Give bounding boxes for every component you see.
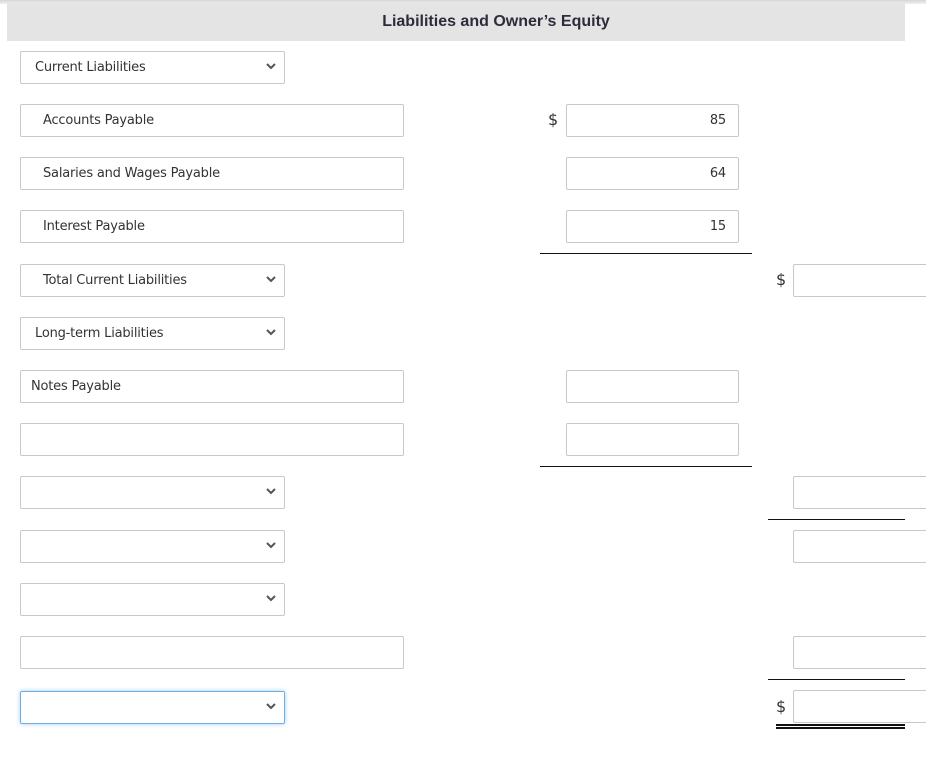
amount-input-accounts-payable[interactable]: 85 bbox=[566, 104, 739, 137]
subtotal-rule bbox=[540, 253, 752, 254]
section-header: Liabilities and Owner’s Equity bbox=[7, 3, 905, 41]
account-input-blank-2[interactable] bbox=[20, 636, 404, 669]
amount-value: 64 bbox=[709, 166, 726, 181]
amount-input-notes-payable[interactable] bbox=[566, 370, 739, 403]
account-input-notes-payable[interactable]: Notes Payable bbox=[20, 370, 404, 403]
total-rule bbox=[768, 679, 905, 680]
chevron-down-icon bbox=[266, 327, 276, 337]
double-underline bbox=[776, 724, 905, 729]
chevron-down-icon bbox=[266, 701, 276, 711]
amount-value: 85 bbox=[709, 113, 726, 128]
amount-value: 15 bbox=[709, 219, 726, 234]
total-input-current-liabilities[interactable] bbox=[793, 264, 926, 297]
account-select-grand-total[interactable] bbox=[20, 691, 285, 724]
total-input-grand-total[interactable] bbox=[793, 690, 926, 723]
input-value: Accounts Payable bbox=[43, 113, 154, 128]
dollar-sign: $ bbox=[776, 697, 787, 716]
total-input-blank-2[interactable] bbox=[793, 530, 926, 563]
account-select-current-liabilities[interactable]: Current Liabilities bbox=[20, 51, 285, 84]
select-value: Total Current Liabilities bbox=[43, 273, 187, 288]
account-select-total-current-liabilities[interactable]: Total Current Liabilities bbox=[20, 264, 285, 297]
total-input-blank-1[interactable] bbox=[793, 476, 926, 509]
input-value: Salaries and Wages Payable bbox=[43, 166, 220, 181]
account-input-interest-payable[interactable]: Interest Payable bbox=[20, 210, 404, 243]
amount-input-interest-payable[interactable]: 15 bbox=[566, 210, 739, 243]
amount-input-salaries-wages-payable[interactable]: 64 bbox=[566, 157, 739, 190]
section-title: Liabilities and Owner’s Equity bbox=[382, 13, 610, 30]
dollar-sign: $ bbox=[776, 270, 787, 289]
dollar-sign: $ bbox=[548, 110, 559, 129]
total-rule bbox=[768, 519, 905, 520]
select-value: Long-term Liabilities bbox=[35, 326, 164, 341]
input-value: Notes Payable bbox=[31, 379, 121, 394]
chevron-down-icon bbox=[266, 486, 276, 496]
account-select-blank-2[interactable] bbox=[20, 530, 285, 563]
chevron-down-icon bbox=[266, 61, 276, 71]
amount-input-blank-1[interactable] bbox=[566, 423, 739, 456]
total-input-blank-3[interactable] bbox=[793, 636, 926, 669]
subtotal-rule bbox=[540, 466, 752, 467]
account-select-blank-3[interactable] bbox=[20, 583, 285, 616]
select-value: Current Liabilities bbox=[35, 60, 146, 75]
chevron-down-icon bbox=[266, 274, 276, 284]
account-input-blank-1[interactable] bbox=[20, 423, 404, 456]
chevron-down-icon bbox=[266, 593, 276, 603]
input-value: Interest Payable bbox=[43, 219, 145, 234]
account-input-salaries-wages-payable[interactable]: Salaries and Wages Payable bbox=[20, 157, 404, 190]
account-select-blank-1[interactable] bbox=[20, 476, 285, 509]
chevron-down-icon bbox=[266, 540, 276, 550]
account-input-accounts-payable[interactable]: Accounts Payable bbox=[20, 104, 404, 137]
account-select-long-term-liabilities[interactable]: Long-term Liabilities bbox=[20, 317, 285, 350]
